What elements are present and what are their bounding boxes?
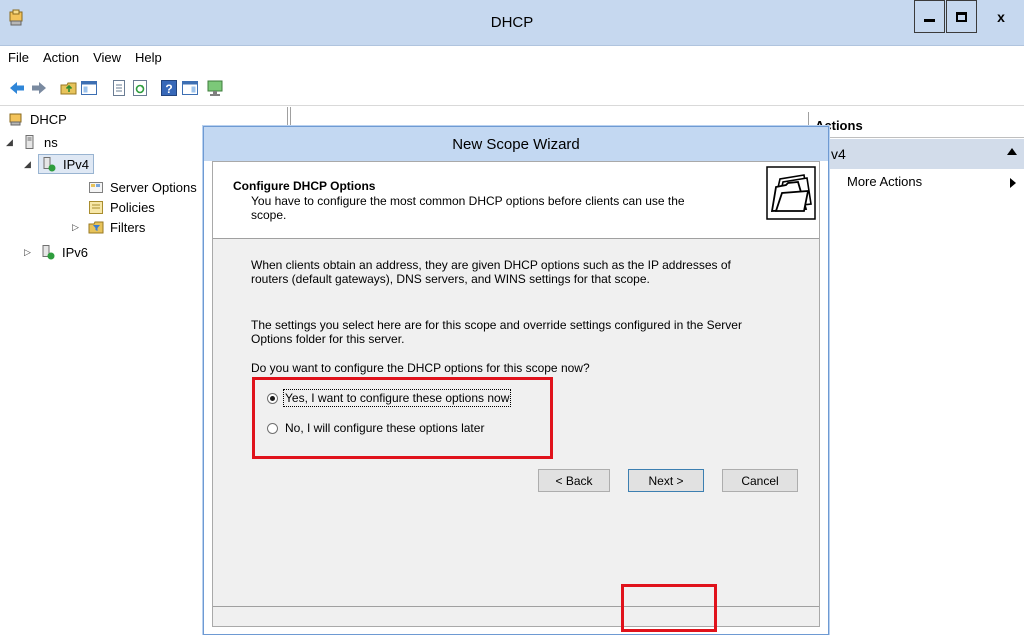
minimize-button[interactable] [914,0,945,33]
collapse-ipv4-icon[interactable]: ◢ [24,159,31,170]
policies-icon [89,201,103,214]
wizard-paragraph-1: When clients obtain an address, they are… [251,258,731,286]
wizard-page-subtitle: You have to configure the most common DH… [251,194,685,222]
svg-text:?: ? [165,82,172,96]
tree-label-filters: Filters [110,219,146,235]
forward-arrow-icon[interactable] [30,79,48,97]
window-titlebar: DHCP x [0,0,1024,46]
ipv6-icon [42,245,55,260]
close-button[interactable]: x [978,0,1024,33]
monitor-icon[interactable] [206,79,224,97]
tree-label-server: ns [44,134,58,150]
server-icon [25,135,34,149]
wizard-folder-icon [766,166,816,220]
tree-node-dhcp[interactable]: DHCP [8,109,67,129]
wizard-separator [213,606,819,607]
tree-node-filters[interactable]: Filters [88,217,145,237]
wizard-header: Configure DHCP Options You have to confi… [213,162,819,239]
menu-view[interactable]: View [93,50,121,65]
tree-node-server-options[interactable]: Server Options [88,177,197,197]
tree-node-ipv6[interactable]: IPv6 [40,242,88,262]
maximize-button[interactable] [946,0,977,33]
next-highlight-box [621,584,717,632]
maximize-icon [956,11,967,22]
server-options-icon [89,182,103,193]
actions-pane: Actions v4 More Actions [808,112,1024,635]
next-button[interactable]: Next > [628,469,704,492]
toolbar: ? [0,68,1024,106]
wizard-page-title: Configure DHCP Options [233,179,376,193]
collapse-ns-icon[interactable]: ◢ [6,137,13,148]
tree-label-ipv6: IPv6 [62,244,89,260]
menu-bar: File Action View Help [0,46,1024,68]
wizard-question: Do you want to configure the DHCP option… [251,361,590,375]
tree-node-policies[interactable]: Policies [88,197,155,217]
menu-action[interactable]: Action [43,50,79,65]
back-arrow-icon[interactable] [8,79,26,97]
menu-file[interactable]: File [8,50,29,65]
actions-section-label: v4 [831,146,846,162]
window-title: DHCP [490,14,534,31]
submenu-arrow-icon [1010,178,1016,188]
actions-section-header[interactable]: v4 [809,139,1024,169]
properties-icon[interactable] [110,79,128,97]
up-folder-icon[interactable] [60,79,78,97]
collapse-up-icon [1007,148,1017,155]
filters-icon [88,221,104,234]
ipv4-icon [43,157,56,172]
tree-label-server-options: Server Options [110,179,197,195]
tree-label-policies: Policies [110,199,155,215]
wizard-title: New Scope Wizard [204,127,828,161]
actions-header: Actions [809,112,1024,138]
tree-node-ipv4[interactable]: IPv4 [38,154,95,174]
back-button[interactable]: < Back [538,469,610,492]
minimize-icon [924,19,935,22]
dhcp-root-icon [9,113,22,126]
options-highlight-box [252,377,553,459]
more-actions-link[interactable]: More Actions [847,174,922,189]
help-icon[interactable]: ? [160,79,178,97]
expand-filters-icon[interactable]: ▷ [72,222,79,233]
tree-node-server[interactable]: ns [22,132,58,152]
refresh-icon[interactable] [131,79,149,97]
tree-ipv4-selection: IPv4 [38,154,95,174]
tree-label-ipv4: IPv4 [63,156,90,172]
tree-label-dhcp: DHCP [30,111,67,127]
close-icon: x [997,8,1005,25]
show-hide-action-pane-icon[interactable] [181,79,199,97]
expand-ipv6-icon[interactable]: ▷ [24,247,31,258]
wizard-paragraph-2: The settings you select here are for thi… [251,318,742,346]
show-hide-tree-icon[interactable] [80,79,98,97]
cancel-button[interactable]: Cancel [722,469,798,492]
menu-help[interactable]: Help [135,50,162,65]
